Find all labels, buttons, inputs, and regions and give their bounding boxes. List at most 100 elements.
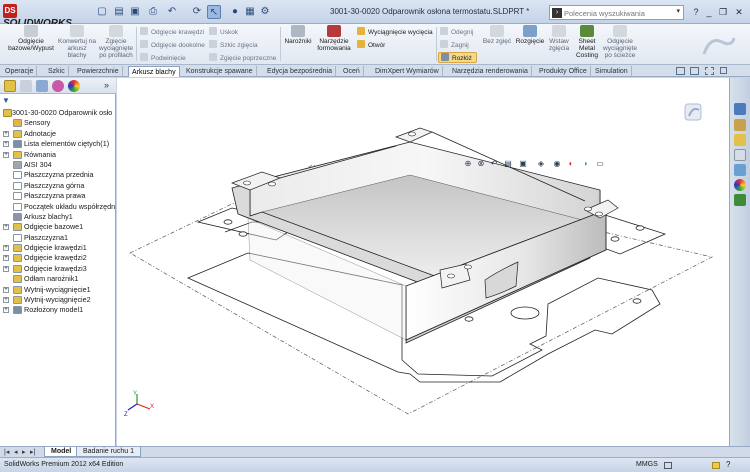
sketched-bend-button[interactable]: Szkic zgięcia <box>209 40 258 49</box>
view-palette-icon[interactable] <box>734 164 746 176</box>
open-icon[interactable]: ▤ <box>112 5 126 19</box>
select-icon[interactable]: ↖ <box>207 5 221 19</box>
tree-item[interactable]: Płaszczyzna1 <box>0 233 116 243</box>
edit-appearance-icon[interactable]: ◐ <box>566 159 576 169</box>
tree-item[interactable]: + Odgięcie krawędzi3 <box>0 264 116 274</box>
tile-icon[interactable] <box>676 67 685 75</box>
graphics-area[interactable]: Y X Z ⊕ ⊗ ↶ ▤ ▣ ◈ ◉ ◐ ◑ ▭ <box>117 78 729 446</box>
prev-tab-icon[interactable]: ◂ <box>14 448 18 456</box>
first-tab-icon[interactable]: |◂ <box>4 448 9 456</box>
window-icon[interactable] <box>705 67 714 75</box>
fold-button[interactable]: Zagnij <box>440 40 469 49</box>
view-orientation-icon[interactable]: ▣ <box>518 159 528 169</box>
previous-view-icon[interactable]: ↶ <box>489 159 499 169</box>
new-document-icon[interactable]: ▢ <box>95 5 109 19</box>
section-view-icon[interactable]: ▤ <box>503 159 513 169</box>
hide-show-items-icon[interactable]: ◉ <box>552 159 562 169</box>
minimize-icon[interactable]: _ <box>703 6 715 18</box>
file-properties-icon[interactable]: ▦ <box>243 5 257 19</box>
base-flange-button[interactable]: Odgięcie bazowe/Wypust <box>8 25 54 52</box>
view-settings-icon[interactable]: ▭ <box>595 159 605 169</box>
tree-item[interactable]: + Rozłożony model1 <box>0 305 116 315</box>
help-status-icon[interactable]: ? <box>726 458 730 472</box>
expand-icon[interactable]: + <box>3 151 9 158</box>
expand-icon[interactable]: + <box>3 224 9 231</box>
rip-button[interactable]: Rozgięcie <box>514 25 546 45</box>
search-dropdown-icon[interactable]: ▾ <box>676 7 680 15</box>
close-icon[interactable]: ✕ <box>733 6 745 18</box>
options-icon[interactable]: ⚙ <box>258 5 272 19</box>
close-doc-icon[interactable] <box>720 67 727 74</box>
cross-break-button[interactable]: Zgięcie poprzeczne <box>209 53 276 62</box>
miter-flange-button[interactable]: Odgięcie dookolne <box>140 40 205 49</box>
convert-to-sheet-metal-button[interactable]: Konwertuj na arkusz blachy <box>58 25 96 59</box>
file-explorer-icon[interactable] <box>734 134 746 146</box>
expand-icon[interactable]: + <box>3 245 9 252</box>
tab-ocen[interactable]: Oceń <box>340 66 364 77</box>
tab-operacje[interactable]: Operacje <box>2 66 38 77</box>
next-tab-icon[interactable]: ▸ <box>22 448 26 456</box>
tab-motion-study[interactable]: Badanie ruchu 1 <box>76 447 141 457</box>
tab-produkty-office[interactable]: Produkty Office <box>536 66 591 77</box>
tab-konstrukcje-spawane[interactable]: Konstrukcje spawane <box>183 66 257 77</box>
unfold-button[interactable]: Odegnij <box>440 27 473 36</box>
last-tab-icon[interactable]: ▸| <box>30 448 35 456</box>
dimxpert-tab-icon[interactable] <box>52 80 64 92</box>
display-manager-tab-icon[interactable] <box>68 80 80 92</box>
extruded-cut-button[interactable]: Wyciągnięcie wycięcia <box>357 27 433 36</box>
appearances-icon[interactable] <box>734 179 746 191</box>
tree-item[interactable]: + Adnotacje <box>0 129 116 139</box>
lofted-bend-button[interactable]: Zgięcie wyciągnięte po profilach <box>98 25 134 59</box>
expand-icon[interactable]: + <box>3 141 9 148</box>
rebuild-status-icon[interactable] <box>664 462 672 469</box>
design-library-icon[interactable] <box>734 119 746 131</box>
tree-item[interactable]: + Odgięcie bazowe1 <box>0 222 116 232</box>
jog-button[interactable]: Uskok <box>209 27 238 36</box>
apply-scene-icon[interactable]: ◑ <box>580 159 590 169</box>
tree-filter[interactable]: ▼ <box>2 96 114 106</box>
feature-manager-tab-icon[interactable] <box>4 80 16 92</box>
quick-tips-icon[interactable] <box>712 462 720 469</box>
restore-icon[interactable]: ❐ <box>717 6 729 18</box>
tree-item[interactable]: + Wytnij-wyciągnięcie1 <box>0 285 116 295</box>
tab-narzedzia-renderowania[interactable]: Narzędzia renderowania <box>449 66 532 77</box>
tab-simulation[interactable]: Simulation <box>592 66 632 77</box>
tree-item[interactable]: + Lista elementów ciętych(1) <box>0 139 116 149</box>
tab-szkic[interactable]: Szkic <box>45 66 69 77</box>
hem-button[interactable]: Podwinięcie <box>140 53 186 62</box>
expand-icon[interactable]: + <box>3 265 9 272</box>
cascade-icon[interactable] <box>690 67 699 75</box>
tree-item[interactable]: Płaszczyzna górna <box>0 181 116 191</box>
tree-item[interactable]: AISI 304 <box>0 160 116 170</box>
undo-icon[interactable]: ↶ <box>165 5 179 19</box>
tab-powierzchnie[interactable]: Powierzchnie <box>74 66 123 77</box>
tree-item[interactable]: Płaszczyzna prawa <box>0 191 116 201</box>
custom-properties-icon[interactable] <box>734 194 746 206</box>
sheet-metal-costing-button[interactable]: Sheet Metal Costing <box>574 25 600 59</box>
property-manager-tab-icon[interactable] <box>20 80 32 92</box>
rebuild-icon[interactable]: ⟳ <box>190 5 204 19</box>
expand-tabs-icon[interactable]: » <box>104 80 109 90</box>
save-icon[interactable]: ▣ <box>128 5 142 19</box>
tree-item[interactable]: Arkusz blachy1 <box>0 212 116 222</box>
solidworks-resources-icon[interactable] <box>734 103 746 115</box>
tree-root[interactable]: 3001-30-0020 Odparownik osło <box>0 108 116 118</box>
search-commands-box[interactable]: › ▾ <box>549 5 684 20</box>
expand-icon[interactable]: + <box>3 255 9 262</box>
solidworks-logo[interactable]: DSSOLIDWORKS <box>3 4 72 29</box>
tab-edycja-bezposrednia[interactable]: Edycja bezpośrednia <box>264 66 336 77</box>
expand-icon[interactable]: + <box>3 307 9 314</box>
tab-model[interactable]: Model <box>44 447 79 457</box>
print-icon[interactable]: ⎙ <box>146 5 160 19</box>
expand-icon[interactable]: + <box>3 297 9 304</box>
tree-item[interactable]: Początek układu współrzędn <box>0 202 116 212</box>
zoom-area-icon[interactable]: ⊗ <box>476 159 486 169</box>
status-units[interactable]: MMGS <box>636 458 658 472</box>
tree-item[interactable]: Odłam narożnik1 <box>0 274 116 284</box>
configuration-manager-tab-icon[interactable] <box>36 80 48 92</box>
flatten-button[interactable]: Rozłóż <box>438 52 477 63</box>
no-bends-button[interactable]: Bez zgięć <box>481 25 513 45</box>
swept-flange-button[interactable]: Odgięcie wyciągnięte po ścieżce <box>602 25 638 59</box>
model-view[interactable]: Y X Z <box>117 78 729 446</box>
tree-item[interactable]: Płaszczyzna przednia <box>0 170 116 180</box>
